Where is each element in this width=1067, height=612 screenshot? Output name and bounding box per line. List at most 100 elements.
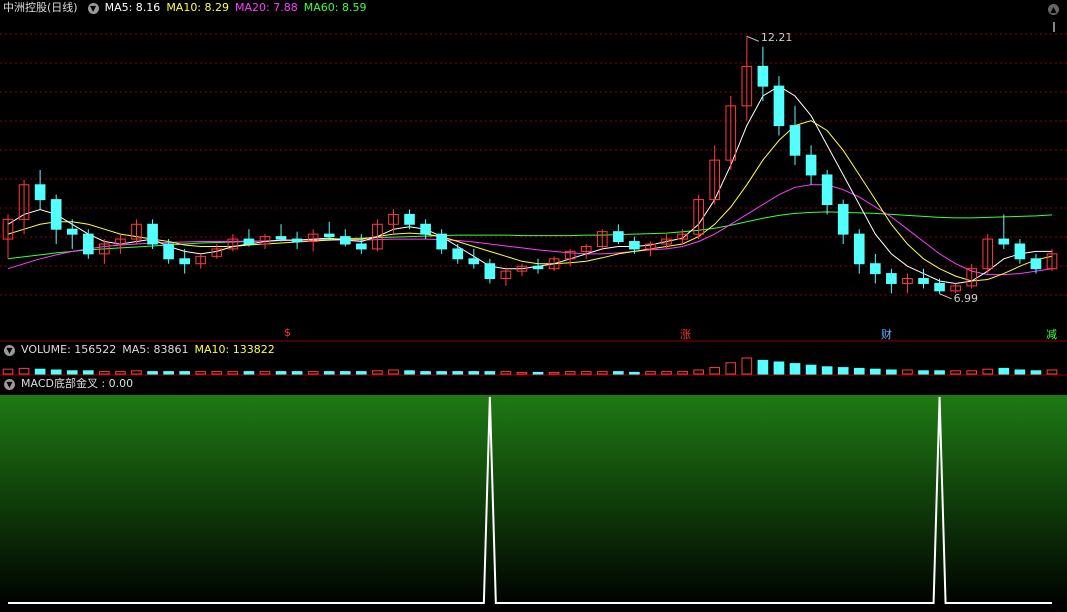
volume-bar	[1030, 370, 1042, 375]
volume-bar	[613, 371, 624, 375]
volume-bar	[339, 371, 351, 375]
ma5-label: MA5: 8.16	[104, 1, 161, 14]
volume-bar	[243, 371, 255, 375]
volume-bar	[211, 371, 223, 375]
volume-bar	[950, 370, 961, 375]
volume-bar	[693, 369, 704, 375]
volume-bar	[420, 371, 431, 375]
candle-body	[179, 258, 190, 265]
volume-bar	[356, 371, 367, 375]
volume-bar	[629, 371, 640, 375]
candle-body	[404, 213, 415, 225]
volume-bar	[934, 370, 945, 375]
volume-toggle-icon[interactable]: ▼	[4, 344, 15, 356]
volume-bar	[404, 370, 415, 375]
candle-body	[1014, 243, 1026, 260]
high-marker-arrow	[746, 35, 760, 42]
candle-body	[789, 125, 801, 156]
macd-panel-background	[0, 395, 1067, 607]
volume-bar	[500, 371, 512, 375]
price-grid	[0, 33, 1067, 296]
volume-bar	[661, 371, 672, 375]
ma10-label: MA10: 8.29	[166, 1, 230, 14]
macd-label: MACD底部金叉 : 0.00	[21, 377, 134, 390]
volume-bar	[789, 363, 801, 375]
volume-ma5-label: MA5: 83861	[122, 343, 189, 356]
candle-body	[291, 238, 303, 243]
volume-bar	[837, 367, 849, 375]
low-price-label: 6.99	[953, 291, 979, 305]
signal-dollar: $	[284, 326, 291, 339]
candle-body	[452, 248, 464, 260]
volume-bar	[291, 371, 303, 375]
volume-bar	[580, 371, 592, 375]
volume-bar	[773, 361, 785, 375]
volume-bar	[50, 369, 62, 375]
volume-bar	[596, 371, 608, 375]
volume-bar	[548, 371, 560, 375]
volume-bar	[18, 367, 30, 375]
ma20-label: MA20: 7.88	[235, 1, 298, 14]
volume-label: VOLUME: 156522	[21, 343, 117, 356]
volume-bar	[147, 371, 158, 375]
indicator-toggle-icon[interactable]: ▼	[87, 2, 99, 14]
volume-bar	[179, 371, 190, 375]
volume-bar	[757, 359, 769, 375]
candle-body	[837, 204, 849, 235]
volume-bar	[275, 371, 287, 375]
volume-bar	[227, 371, 239, 375]
volume-bar	[259, 371, 271, 375]
volume-bar	[853, 367, 865, 375]
signal-reduce: 减	[1046, 328, 1057, 341]
volume-bar	[468, 371, 480, 375]
signal-finance: 财	[881, 328, 892, 341]
candle-body	[420, 223, 431, 235]
volume-bar	[131, 370, 142, 375]
volume-bar	[966, 370, 978, 375]
candle-body	[918, 278, 929, 284]
candle-body	[243, 238, 255, 245]
volume-bar	[1014, 369, 1026, 375]
candle-body	[998, 238, 1010, 245]
candle-body	[870, 263, 881, 275]
volume-bar	[34, 368, 46, 375]
high-price-label: 12.21	[760, 31, 793, 45]
candle-body	[853, 233, 865, 265]
volume-bar	[677, 371, 688, 375]
candle-body	[163, 243, 174, 260]
candle-body	[66, 228, 78, 235]
macd-legend: ▼ MACD底部金叉 : 0.00	[0, 376, 139, 392]
volume-bar	[821, 366, 833, 375]
volume-bar	[195, 371, 207, 375]
candle-body	[275, 236, 287, 240]
candle-body	[886, 273, 897, 284]
volume-bar	[388, 369, 399, 375]
volume-bar	[886, 369, 897, 375]
volume-bar	[709, 367, 721, 375]
candle-body	[468, 258, 480, 265]
candle-body	[323, 233, 335, 238]
volume-bar	[323, 371, 335, 375]
volume-bar	[372, 370, 383, 375]
candle-body	[484, 263, 496, 280]
candle-body	[82, 233, 94, 255]
volume-bar	[2, 368, 14, 375]
volume-bar	[645, 371, 656, 375]
scroll-handle[interactable]	[1053, 22, 1055, 32]
candle-body	[773, 85, 785, 127]
volume-bar	[66, 370, 78, 375]
candle-body	[757, 65, 769, 87]
volume-bar	[741, 357, 753, 375]
volume-bar	[436, 371, 447, 375]
macd-toggle-icon[interactable]: ▼	[4, 378, 15, 390]
volume-bar	[532, 371, 544, 375]
ma60-label: MA60: 8.59	[303, 1, 367, 14]
volume-bar	[307, 371, 319, 375]
candle-body	[805, 154, 817, 176]
volume-bar	[998, 367, 1010, 375]
volume-bar	[115, 371, 126, 375]
collapse-up-icon[interactable]: ▲	[1048, 4, 1059, 15]
volume-legend: ▼ VOLUME: 156522 MA5: 83861 MA10: 133822	[0, 342, 281, 358]
volume-bar	[163, 371, 174, 375]
candle-body	[613, 231, 624, 243]
